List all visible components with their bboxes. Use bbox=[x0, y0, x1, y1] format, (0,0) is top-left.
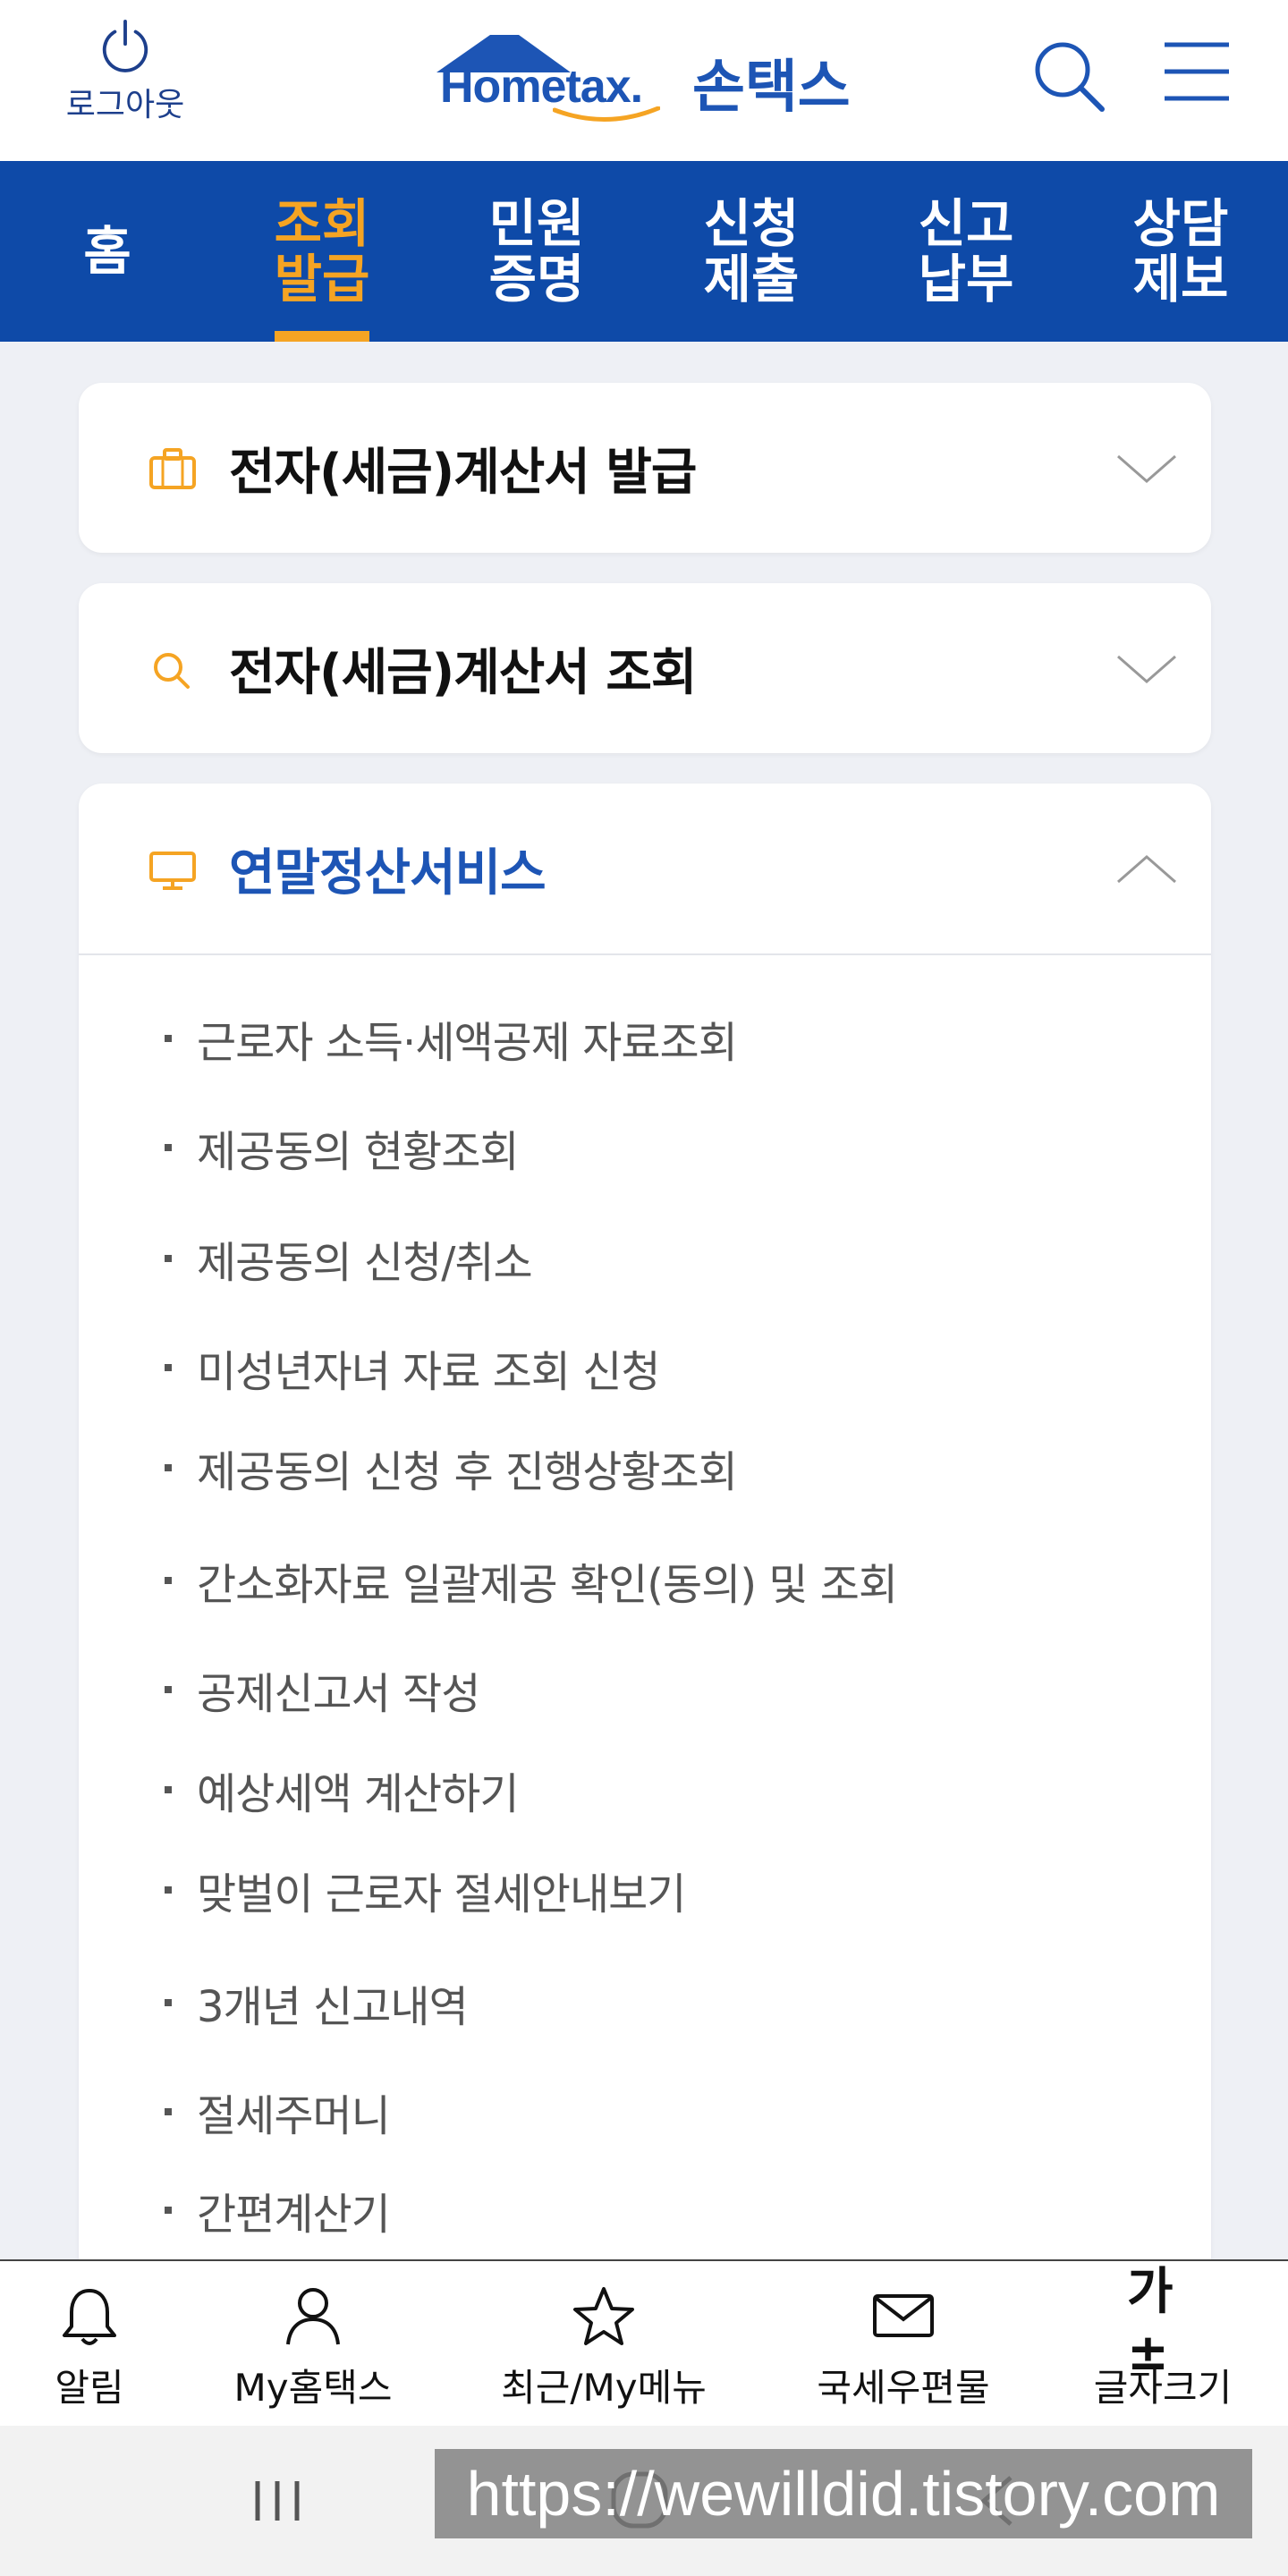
tab-consult-report[interactable]: 상담 제보 bbox=[1073, 161, 1288, 342]
list-item-label: 제공동의 현황조회 bbox=[197, 1127, 520, 1177]
recent-apps-icon bbox=[255, 2481, 300, 2521]
chevron-down-icon bbox=[1117, 655, 1176, 683]
list-item-label: 3개년 신고내역 bbox=[197, 1982, 469, 2032]
tab-inquiry-issue[interactable]: 조회 발급 bbox=[215, 161, 429, 342]
list-item-label: 간편계산기 bbox=[197, 2190, 391, 2240]
list-item[interactable]: 예상세액 계산하기 bbox=[165, 1758, 520, 1821]
bullet bbox=[165, 2207, 172, 2214]
bottom-tab-label: 알림 bbox=[55, 2366, 124, 2410]
tab-apply-submit[interactable]: 신청 제출 bbox=[644, 161, 859, 342]
logo-mark: Hometax. bbox=[436, 30, 687, 128]
logo-text: Hometax. bbox=[440, 61, 643, 113]
hamburger-icon bbox=[1165, 42, 1229, 101]
list-item-label: 공제신고서 작성 bbox=[197, 1669, 480, 1719]
accordion-header[interactable]: 전자(세금)계산서 조회 bbox=[79, 583, 1211, 753]
bottom-tab-font-size[interactable]: 가± 글자크기 bbox=[1082, 2261, 1243, 2428]
app-header: 로그아웃 Hometax. 손택스 bbox=[0, 0, 1288, 161]
list-item[interactable]: 미성년자녀 자료 조회 신청 bbox=[165, 1336, 661, 1399]
accordion-title: 전자(세금)계산서 조회 bbox=[229, 643, 697, 702]
briefcase-icon bbox=[149, 448, 196, 489]
bullet bbox=[165, 1255, 172, 1262]
accordion-title: 전자(세금)계산서 발급 bbox=[229, 443, 697, 502]
bottom-tab-recent-my-menu[interactable]: 최근/My메뉴 bbox=[492, 2261, 716, 2428]
mail-icon bbox=[873, 2294, 934, 2337]
accordion-header[interactable]: 전자(세금)계산서 발급 bbox=[79, 383, 1211, 553]
list-item-label: 예상세액 계산하기 bbox=[197, 1769, 520, 1819]
accordion-card-invoice-issue: 전자(세금)계산서 발급 bbox=[79, 383, 1211, 553]
bullet bbox=[165, 1577, 172, 1584]
bell-icon bbox=[63, 2289, 116, 2345]
bottom-tab-tax-mail[interactable]: 국세우편물 bbox=[805, 2261, 1002, 2428]
list-item-label: 미성년자녀 자료 조회 신청 bbox=[197, 1347, 661, 1397]
logo-korean: 손택스 bbox=[692, 55, 851, 121]
list-item-label: 간소화자료 일괄제공 확인(동의) 및 조회 bbox=[197, 1560, 898, 1610]
search-icon bbox=[1035, 42, 1105, 112]
tab-home[interactable]: 홈 bbox=[0, 161, 215, 342]
bullet bbox=[165, 1999, 172, 2006]
monitor-icon bbox=[149, 852, 196, 890]
accordion-header[interactable]: 연말정산서비스 bbox=[79, 784, 1211, 953]
bullet bbox=[165, 1786, 172, 1793]
list-item[interactable]: 제공동의 신청/취소 bbox=[165, 1227, 533, 1290]
recent-apps-button[interactable] bbox=[250, 2476, 304, 2529]
search-icon bbox=[154, 653, 190, 689]
search-button[interactable] bbox=[1030, 36, 1111, 116]
chevron-up-icon bbox=[1117, 855, 1176, 884]
bottom-tab-label: My홈택스 bbox=[233, 2366, 393, 2410]
bottom-tab-notifications[interactable]: 알림 bbox=[36, 2261, 143, 2428]
main-nav: 홈 조회 발급 민원 증명 신청 제출 신고 납부 상담 제보 bbox=[0, 161, 1288, 342]
list-item-label: 맞벌이 근로자 절세안내보기 bbox=[197, 1869, 686, 1919]
divider bbox=[79, 953, 1211, 955]
bullet bbox=[165, 1364, 172, 1371]
list-item[interactable]: 제공동의 신청 후 진행상황조회 bbox=[165, 1436, 738, 1499]
list-item[interactable]: 간편계산기 bbox=[165, 2179, 391, 2241]
list-item[interactable]: 공제신고서 작성 bbox=[165, 1658, 480, 1721]
bullet bbox=[165, 1886, 172, 1894]
logout-label: 로그아웃 bbox=[65, 87, 185, 123]
bullet bbox=[165, 1464, 172, 1471]
list-item-label: 제공동의 신청/취소 bbox=[197, 1238, 533, 1288]
list-item[interactable]: 제공동의 현황조회 bbox=[165, 1116, 520, 1179]
list-item[interactable]: 3개년 신고내역 bbox=[165, 1971, 469, 2034]
bullet bbox=[165, 2108, 172, 2115]
tab-report-pay[interactable]: 신고 납부 bbox=[859, 161, 1073, 342]
bottom-tab-label: 최근/My메뉴 bbox=[501, 2366, 707, 2410]
accordion-card-invoice-inquiry: 전자(세금)계산서 조회 bbox=[79, 583, 1211, 753]
accordion-card-year-end-settlement: 연말정산서비스 근로자 소득·세액공제 자료조회 제공동의 현황조회 제공동의 … bbox=[79, 784, 1211, 2304]
list-item[interactable]: 절세주머니 bbox=[165, 2080, 391, 2143]
logout-button[interactable]: 로그아웃 bbox=[54, 18, 197, 125]
tab-civil-certificate[interactable]: 민원 증명 bbox=[429, 161, 644, 342]
bottom-tab-my-hometax[interactable]: My홈택스 bbox=[224, 2261, 402, 2428]
star-icon bbox=[573, 2287, 634, 2345]
chevron-down-icon bbox=[1117, 454, 1176, 483]
bottom-tab-label: 글자크기 bbox=[1093, 2366, 1233, 2410]
person-icon bbox=[286, 2288, 340, 2345]
hamburger-menu-button[interactable] bbox=[1161, 36, 1233, 107]
bullet bbox=[165, 1686, 172, 1693]
list-item-label: 절세주머니 bbox=[197, 2091, 391, 2141]
watermark-url: https://wewilldid.tistory.com bbox=[435, 2449, 1252, 2538]
list-item-label: 제공동의 신청 후 진행상황조회 bbox=[197, 1447, 738, 1497]
list-item[interactable]: 근로자 소득·세액공제 자료조회 bbox=[165, 1007, 738, 1070]
list-item[interactable]: 간소화자료 일괄제공 확인(동의) 및 조회 bbox=[165, 1549, 898, 1612]
power-icon bbox=[102, 19, 148, 72]
bullet bbox=[165, 1035, 172, 1042]
list-item[interactable]: 맞벌이 근로자 절세안내보기 bbox=[165, 1859, 686, 1921]
bottom-tab-label: 국세우편물 bbox=[817, 2366, 990, 2410]
hometax-logo[interactable]: Hometax. 손택스 bbox=[436, 25, 857, 132]
list-item-label: 근로자 소득·세액공제 자료조회 bbox=[197, 1018, 738, 1068]
accordion-title: 연말정산서비스 bbox=[229, 843, 547, 902]
bottom-tab-bar: 알림 My홈택스 최근/My메뉴 국세우편물 가± 글자크기 bbox=[0, 2259, 1288, 2426]
bullet bbox=[165, 1144, 172, 1151]
logo-swoosh bbox=[553, 106, 660, 122]
